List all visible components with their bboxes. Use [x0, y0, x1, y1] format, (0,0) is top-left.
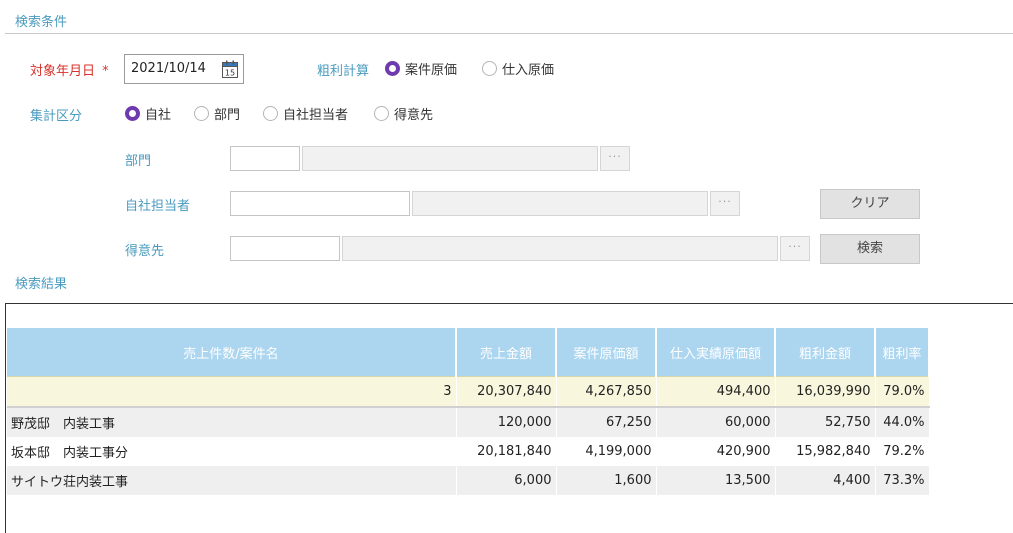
search-conditions-title: 検索条件 — [15, 15, 68, 30]
target-date-value: 2021/10/14 — [131, 61, 206, 76]
row-rate: 79.2% — [875, 437, 930, 466]
aggregate-option-staff[interactable]: 自社担当者 — [263, 104, 348, 123]
total-sales: 20,307,840 — [456, 376, 557, 408]
row-project-cost: 1,600 — [556, 466, 657, 495]
total-project-cost: 4,267,850 — [556, 376, 657, 408]
aggregate-option-label: 部門 — [214, 108, 241, 123]
aggregate-option-company[interactable]: 自社 — [125, 104, 171, 123]
department-label: 部門 — [125, 154, 152, 169]
radio-unselected-icon[interactable] — [263, 106, 278, 121]
radio-unselected-icon[interactable] — [482, 61, 497, 76]
department-code-input[interactable] — [230, 146, 300, 171]
table-row[interactable]: 坂本邸 内装工事分 20,181,840 4,199,000 420,900 1… — [7, 437, 930, 466]
target-date-input[interactable]: 2021/10/14 15 — [124, 54, 244, 84]
row-name: 坂本邸 内装工事分 — [7, 437, 457, 466]
aggregate-option-label: 自社担当者 — [283, 108, 349, 123]
row-project-cost: 4,199,000 — [556, 437, 657, 466]
header-rate[interactable]: 粗利率 — [875, 328, 930, 377]
table-header-row: 売上件数/案件名 売上金額 案件原価額 仕入実績原価額 粗利金額 粗利率 — [7, 328, 930, 377]
table-row[interactable]: サイトウ荘内装工事 6,000 1,600 13,500 4,400 73.3% — [7, 466, 930, 495]
row-name: 野茂邸 内装工事 — [7, 407, 457, 437]
gross-calc-option-label: 案件原価 — [405, 63, 458, 78]
target-date-label: 対象年月日 * — [30, 60, 109, 79]
results-table: 売上件数/案件名 売上金額 案件原価額 仕入実績原価額 粗利金額 粗利率 3 2… — [7, 328, 930, 495]
gross-calc-option-project[interactable]: 案件原価 — [385, 59, 457, 78]
row-gross: 4,400 — [775, 466, 876, 495]
department-name-field — [302, 146, 598, 171]
customer-name-field — [342, 236, 778, 261]
radio-unselected-icon[interactable] — [374, 106, 389, 121]
row-gross: 15,982,840 — [775, 437, 876, 466]
gross-calc-label: 粗利計算 — [317, 64, 370, 79]
row-purchase-cost: 60,000 — [656, 407, 776, 437]
radio-unselected-icon[interactable] — [194, 106, 209, 121]
aggregate-option-label: 自社 — [145, 108, 172, 123]
required-mark: * — [102, 64, 109, 79]
search-button[interactable]: 検索 — [820, 234, 920, 264]
section-divider — [5, 33, 1013, 34]
radio-selected-icon[interactable] — [385, 61, 400, 76]
radio-selected-icon[interactable] — [125, 106, 140, 121]
header-sales[interactable]: 売上金額 — [456, 328, 557, 377]
total-rate: 79.0% — [875, 376, 930, 408]
row-sales: 6,000 — [456, 466, 557, 495]
total-gross: 16,039,990 — [775, 376, 876, 408]
row-name: サイトウ荘内装工事 — [7, 466, 457, 495]
row-purchase-cost: 13,500 — [656, 466, 776, 495]
search-results-title: 検索結果 — [15, 277, 68, 292]
row-gross: 52,750 — [775, 407, 876, 437]
svg-text:15: 15 — [225, 69, 235, 78]
target-date-label-text: 対象年月日 — [30, 64, 96, 79]
staff-label: 自社担当者 — [125, 199, 191, 214]
aggregate-option-department[interactable]: 部門 — [194, 104, 240, 123]
header-gross[interactable]: 粗利金額 — [775, 328, 876, 377]
staff-lookup-button[interactable]: ··· — [710, 191, 740, 216]
row-sales: 20,181,840 — [456, 437, 557, 466]
clear-button[interactable]: クリア — [820, 189, 920, 219]
row-purchase-cost: 420,900 — [656, 437, 776, 466]
gross-calc-option-label: 仕入原価 — [502, 63, 555, 78]
aggregate-option-label: 得意先 — [394, 108, 434, 123]
aggregate-option-customer[interactable]: 得意先 — [374, 104, 433, 123]
customer-lookup-button[interactable]: ··· — [780, 236, 810, 261]
row-rate: 73.3% — [875, 466, 930, 495]
row-project-cost: 67,250 — [556, 407, 657, 437]
header-purchase-cost[interactable]: 仕入実績原価額 — [656, 328, 776, 377]
staff-name-field — [412, 191, 708, 216]
total-row[interactable]: 3 20,307,840 4,267,850 494,400 16,039,99… — [7, 376, 930, 408]
gross-calc-option-purchase[interactable]: 仕入原価 — [482, 59, 554, 78]
row-sales: 120,000 — [456, 407, 557, 437]
customer-label: 得意先 — [125, 244, 165, 259]
aggregate-label: 集計区分 — [30, 109, 83, 124]
row-rate: 44.0% — [875, 407, 930, 437]
customer-code-input[interactable] — [230, 236, 340, 261]
total-purchase-cost: 494,400 — [656, 376, 776, 408]
header-name-count[interactable]: 売上件数/案件名 — [7, 328, 457, 377]
staff-code-input[interactable] — [230, 191, 410, 216]
total-count: 3 — [7, 376, 457, 408]
department-lookup-button[interactable]: ··· — [600, 146, 630, 171]
calendar-icon[interactable]: 15 — [222, 60, 238, 78]
header-project-cost[interactable]: 案件原価額 — [556, 328, 657, 377]
table-row[interactable]: 野茂邸 内装工事 120,000 67,250 60,000 52,750 44… — [7, 407, 930, 437]
